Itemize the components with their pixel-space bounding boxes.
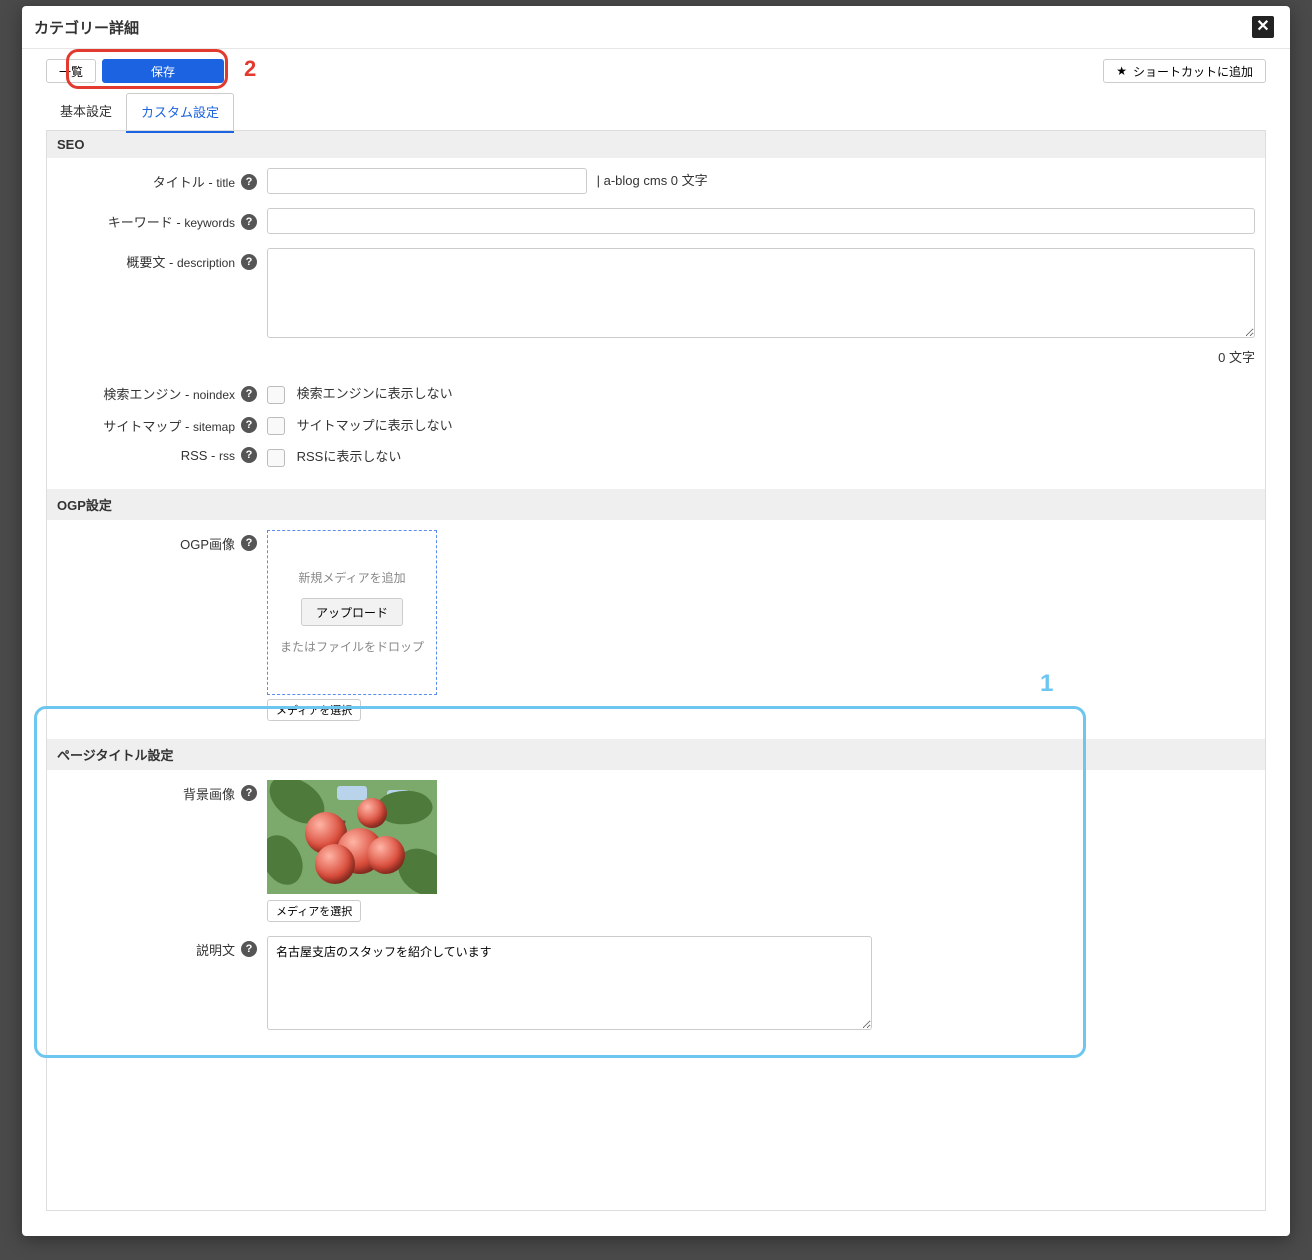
bg-thumbnail[interactable]: [267, 780, 437, 894]
label-description: 概要文 - description: [126, 252, 235, 271]
section-ogp-body: OGP画像 ? 新規メディアを追加 アップロード またはファイルをドロップ メデ…: [47, 520, 1265, 739]
row-rss: RSS - rss ? RSSに表示しない: [57, 443, 1255, 467]
noindex-option: 検索エンジンに表示しない: [297, 386, 453, 401]
upload-button[interactable]: アップロード: [301, 598, 403, 626]
help-icon[interactable]: ?: [241, 417, 257, 433]
label-noindex: 検索エンジン - noindex: [103, 384, 235, 403]
modal-header: カテゴリー詳細 ✕: [22, 6, 1290, 49]
section-seo-body: タイトル - title ? | a-blog cms 0 文字 キーワード -…: [47, 158, 1265, 489]
row-title: タイトル - title ? | a-blog cms 0 文字: [57, 168, 1255, 194]
row-noindex: 検索エンジン - noindex ? 検索エンジンに表示しない: [57, 380, 1255, 404]
section-seo-heading: SEO: [47, 131, 1265, 158]
ogp-dropzone[interactable]: 新規メディアを追加 アップロード またはファイルをドロップ: [267, 530, 437, 695]
keywords-input[interactable]: [267, 208, 1255, 234]
row-description: 概要文 - description ? 0 文字: [57, 248, 1255, 366]
save-button[interactable]: 保存: [102, 59, 224, 83]
tab-custom[interactable]: カスタム設定: [126, 93, 234, 130]
shortcut-label: ショートカットに追加: [1133, 63, 1253, 80]
star-icon: ★: [1116, 64, 1127, 78]
help-icon[interactable]: ?: [241, 214, 257, 230]
list-button[interactable]: 一覧: [46, 59, 96, 83]
dropzone-add-text: 新規メディアを追加: [298, 569, 405, 586]
help-icon[interactable]: ?: [241, 535, 257, 551]
content-panel: SEO タイトル - title ? | a-blog cms 0 文字 キーワ…: [46, 130, 1266, 1211]
description-input[interactable]: [267, 248, 1255, 338]
ogp-select-media-button[interactable]: メディアを選択: [267, 699, 361, 721]
section-pagetitle-heading: ページタイトル設定: [47, 739, 1265, 770]
sitemap-option: サイトマップに表示しない: [297, 418, 453, 433]
tab-basic[interactable]: 基本設定: [46, 93, 126, 130]
sitemap-checkbox[interactable]: [267, 417, 285, 435]
section-ogp-heading: OGP設定: [47, 489, 1265, 520]
bg-select-media-button[interactable]: メディアを選択: [267, 900, 361, 922]
row-ogp-image: OGP画像 ? 新規メディアを追加 アップロード またはファイルをドロップ メデ…: [57, 530, 1255, 721]
help-icon[interactable]: ?: [241, 941, 257, 957]
help-icon[interactable]: ?: [241, 174, 257, 190]
rss-checkbox[interactable]: [267, 449, 285, 467]
description-counter: 0 文字: [267, 347, 1255, 366]
row-keywords: キーワード - keywords ?: [57, 208, 1255, 234]
shortcut-button[interactable]: ★ ショートカットに追加: [1103, 59, 1266, 83]
toolbar: 一覧 保存 ★ ショートカットに追加: [22, 49, 1290, 83]
section-pagetitle-body: 背景画像 ?: [47, 770, 1265, 1051]
desc-input[interactable]: 名古屋支店のスタッフを紹介しています: [267, 936, 872, 1030]
help-icon[interactable]: ?: [241, 447, 257, 463]
help-icon[interactable]: ?: [241, 386, 257, 402]
label-sitemap: サイトマップ - sitemap: [103, 416, 235, 435]
label-rss: RSS - rss: [181, 448, 235, 463]
toolbar-left: 一覧 保存: [46, 59, 224, 83]
tabs: 基本設定 カスタム設定: [22, 83, 1290, 131]
label-ogp-image: OGP画像: [180, 534, 235, 553]
label-desc: 説明文: [196, 940, 235, 959]
row-desc: 説明文 ? 名古屋支店のスタッフを紹介しています: [57, 936, 1255, 1033]
row-sitemap: サイトマップ - sitemap ? サイトマップに表示しない: [57, 412, 1255, 436]
noindex-checkbox[interactable]: [267, 386, 285, 404]
dropzone-or-text: またはファイルをドロップ: [280, 638, 424, 655]
title-suffix: | a-blog cms 0 文字: [597, 170, 708, 189]
label-bg: 背景画像: [183, 784, 235, 803]
label-title: タイトル - title: [153, 172, 235, 191]
help-icon[interactable]: ?: [241, 785, 257, 801]
modal-title: カテゴリー詳細: [34, 17, 139, 38]
rss-option: RSSに表示しない: [297, 449, 402, 464]
help-icon[interactable]: ?: [241, 254, 257, 270]
modal: カテゴリー詳細 ✕ 一覧 保存 ★ ショートカットに追加 基本設定 カスタム設定…: [22, 6, 1290, 1236]
title-input[interactable]: [267, 168, 587, 194]
label-keywords: キーワード - keywords: [108, 212, 235, 231]
row-bg-image: 背景画像 ?: [57, 780, 1255, 922]
close-icon[interactable]: ✕: [1252, 16, 1274, 38]
